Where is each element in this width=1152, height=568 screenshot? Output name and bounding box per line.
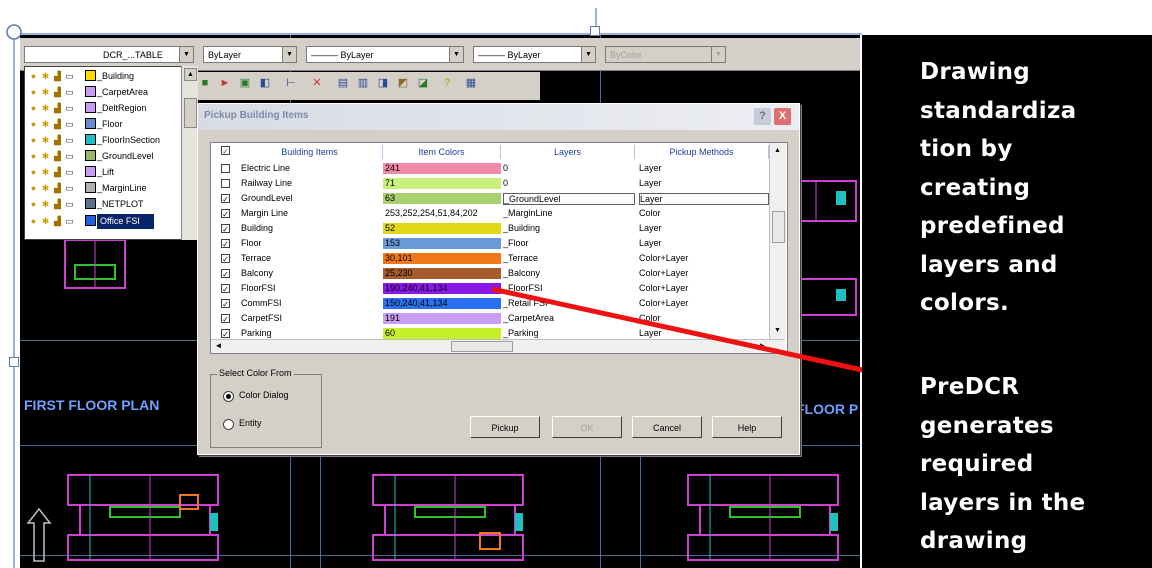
- annotation-line: drawing: [920, 528, 1028, 554]
- annotation-line: layers and: [920, 251, 1058, 278]
- annotation-text-top: Drawing standardiza tion by creating pre…: [920, 53, 1076, 323]
- annotation-text-bottom: PreDCR generates required layers in the …: [920, 368, 1085, 561]
- annotation-line: predefined: [920, 213, 1065, 239]
- annotation-line: colors.: [920, 290, 1009, 316]
- annotation-line: tion by: [920, 136, 1013, 162]
- annotation-line: Drawing: [920, 59, 1031, 85]
- annotation-line: required: [920, 451, 1034, 477]
- annotation-line: standardiza: [920, 97, 1077, 124]
- annotation-line: PreDCR: [920, 374, 1020, 400]
- annotation-line: generates: [920, 412, 1054, 439]
- annotation-line: layers in the: [920, 489, 1086, 516]
- annotation-line: creating: [920, 174, 1031, 201]
- annotation-panel: Drawing standardiza tion by creating pre…: [862, 35, 1152, 568]
